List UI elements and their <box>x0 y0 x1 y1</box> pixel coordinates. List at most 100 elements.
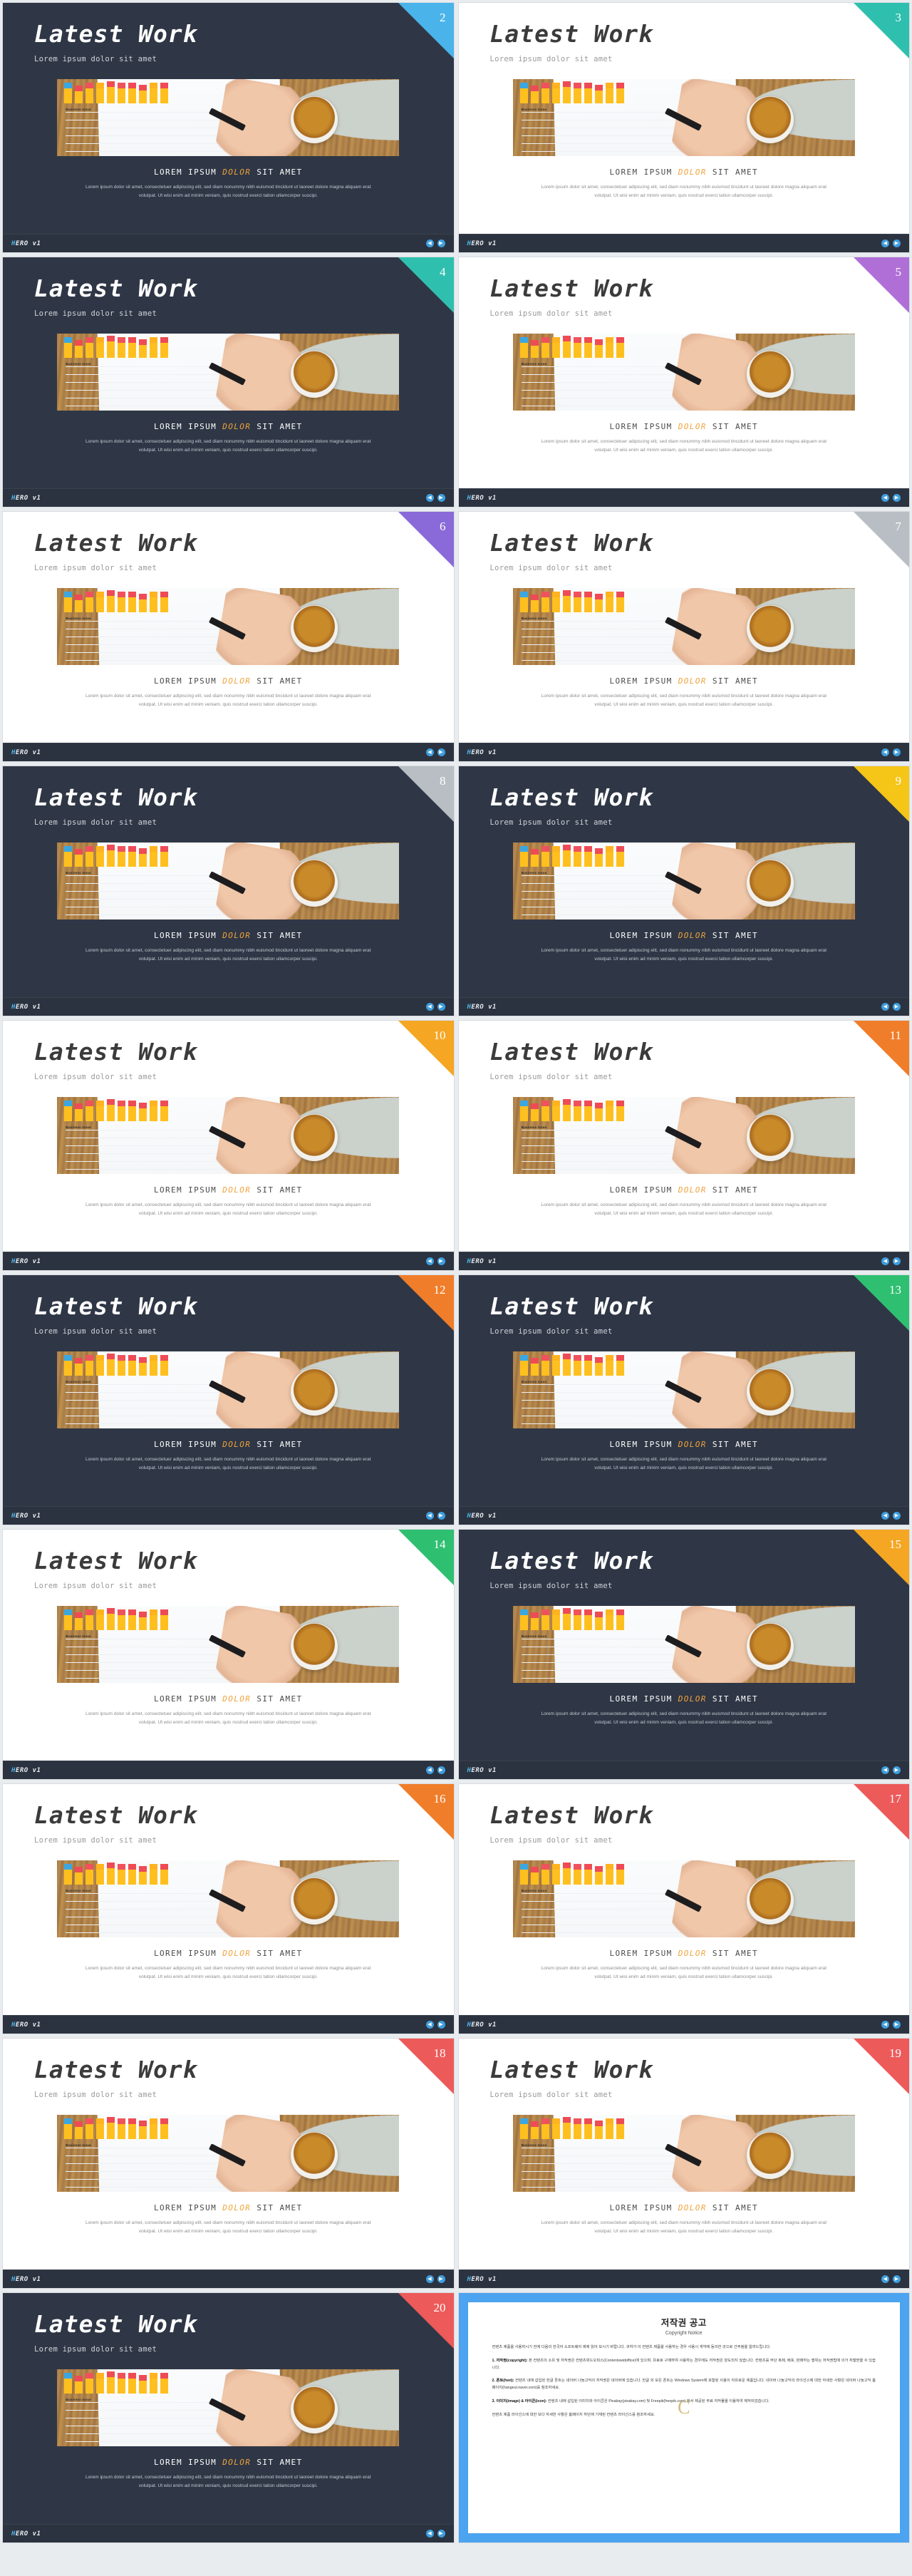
slide-number-label: 7 <box>895 520 902 533</box>
slide-thumbnail-5[interactable]: 5 Latest Work Lorem ipsum dolor sit amet… <box>457 257 910 508</box>
slide-thumbnail-6[interactable]: 6 Latest Work Lorem ipsum dolor sit amet… <box>2 511 455 762</box>
brand-rest-text: ERO v1 <box>471 2275 497 2283</box>
caption-pre-text: LOREM IPSUM <box>153 2203 223 2213</box>
prev-arrow-icon[interactable]: ◀ <box>881 1766 889 1774</box>
slide-caption: LOREM IPSUM DOLOR SIT AMET <box>459 1694 910 1704</box>
footer-nav-group[interactable]: ◀ ▶ <box>881 1766 901 1774</box>
caption-post-text: SIT AMET <box>706 676 759 686</box>
prev-arrow-icon[interactable]: ◀ <box>425 1003 434 1011</box>
footer-nav-group[interactable]: ◀ ▶ <box>881 494 901 502</box>
footer-nav-group[interactable]: ◀ ▶ <box>425 239 445 247</box>
footer-nav-group[interactable]: ◀ ▶ <box>881 2021 901 2029</box>
footer-nav-group[interactable]: ◀ ▶ <box>425 1512 445 1520</box>
next-arrow-icon[interactable]: ▶ <box>437 2021 445 2029</box>
footer-nav-group[interactable]: ◀ ▶ <box>425 1766 445 1774</box>
next-arrow-icon[interactable]: ▶ <box>437 1766 445 1774</box>
slide-photo: Business Issue <box>57 1606 400 1684</box>
prev-arrow-icon[interactable]: ◀ <box>881 239 889 247</box>
next-arrow-icon[interactable]: ▶ <box>437 2275 445 2283</box>
slide-thumbnail-9[interactable]: 9 Latest Work Lorem ipsum dolor sit amet… <box>457 766 910 1016</box>
caption-accent-text: DOLOR <box>678 1949 707 1959</box>
prev-arrow-icon[interactable]: ◀ <box>881 2275 889 2283</box>
prev-arrow-icon[interactable]: ◀ <box>425 2530 434 2538</box>
slide-subtitle: Lorem ipsum dolor sit amet <box>34 55 157 64</box>
prev-arrow-icon[interactable]: ◀ <box>425 2275 434 2283</box>
coffee-cup-graphic <box>291 351 338 398</box>
prev-arrow-icon[interactable]: ◀ <box>425 1512 434 1520</box>
slide-thumbnail-13[interactable]: 13 Latest Work Lorem ipsum dolor sit ame… <box>457 1274 910 1525</box>
footer-nav-group[interactable]: ◀ ▶ <box>425 748 445 756</box>
prev-arrow-icon[interactable]: ◀ <box>881 748 889 756</box>
slide-thumbnail-19[interactable]: 19 Latest Work Lorem ipsum dolor sit ame… <box>457 2038 910 2289</box>
slide-thumbnail-7[interactable]: 7 Latest Work Lorem ipsum dolor sit amet… <box>457 511 910 762</box>
next-arrow-icon[interactable]: ▶ <box>437 2530 445 2538</box>
slide-thumbnail-14[interactable]: 14 Latest Work Lorem ipsum dolor sit ame… <box>2 1529 455 1780</box>
slide-thumbnail-16[interactable]: 16 Latest Work Lorem ipsum dolor sit ame… <box>2 1783 455 2034</box>
next-arrow-icon[interactable]: ▶ <box>893 2021 901 2029</box>
slide-number-ribbon: 8 <box>398 766 454 822</box>
prev-arrow-icon[interactable]: ◀ <box>881 494 889 502</box>
next-arrow-icon[interactable]: ▶ <box>893 1003 901 1011</box>
prev-arrow-icon[interactable]: ◀ <box>425 748 434 756</box>
slide-footer-bar: HERO v1 ◀ ▶ <box>3 2015 454 2034</box>
slide-thumbnail-2[interactable]: 2 Latest Work Lorem ipsum dolor sit amet… <box>2 2 455 253</box>
next-arrow-icon[interactable]: ▶ <box>437 1257 445 1265</box>
next-arrow-icon[interactable]: ▶ <box>893 1766 901 1774</box>
copyright-notice-slide[interactable]: 저작권 공고 Copyright Notice 컨텐츠 제품을 사용하시기 전에 다… <box>457 2292 910 2543</box>
footer-nav-group[interactable]: ◀ ▶ <box>425 1003 445 1011</box>
footer-nav-group[interactable]: ◀ ▶ <box>425 2530 445 2538</box>
notebook-rules-graphic <box>66 1384 229 1429</box>
prev-arrow-icon[interactable]: ◀ <box>881 1257 889 1265</box>
slide-body-text: Lorem ipsum dolor sit amet, consectetuer… <box>85 1711 371 1725</box>
slide-thumbnail-3[interactable]: 3 Latest Work Lorem ipsum dolor sit amet… <box>457 2 910 253</box>
slide-subtitle: Lorem ipsum dolor sit amet <box>489 55 613 64</box>
footer-nav-group[interactable]: ◀ ▶ <box>425 494 445 502</box>
next-arrow-icon[interactable]: ▶ <box>893 239 901 247</box>
footer-nav-group[interactable]: ◀ ▶ <box>881 1512 901 1520</box>
next-arrow-icon[interactable]: ▶ <box>893 1512 901 1520</box>
coffee-cup-graphic <box>746 1623 794 1671</box>
brand-rest-text: ERO v1 <box>15 239 41 247</box>
slide-thumbnail-10[interactable]: 10 Latest Work Lorem ipsum dolor sit ame… <box>2 1020 455 1271</box>
slide-body-text: Lorem ipsum dolor sit amet, consectetuer… <box>541 948 827 962</box>
prev-arrow-icon[interactable]: ◀ <box>425 1257 434 1265</box>
footer-nav-group[interactable]: ◀ ▶ <box>425 2021 445 2029</box>
photo-desk-scene-image: Business Issue <box>512 2115 855 2193</box>
next-arrow-icon[interactable]: ▶ <box>437 239 445 247</box>
coffee-cup-graphic <box>291 1114 338 1162</box>
next-arrow-icon[interactable]: ▶ <box>893 2275 901 2283</box>
slide-number-ribbon: 10 <box>398 1021 454 1076</box>
next-arrow-icon[interactable]: ▶ <box>893 748 901 756</box>
slide-thumbnail-17[interactable]: 17 Latest Work Lorem ipsum dolor sit ame… <box>457 1783 910 2034</box>
next-arrow-icon[interactable]: ▶ <box>437 1512 445 1520</box>
prev-arrow-icon[interactable]: ◀ <box>881 2021 889 2029</box>
prev-arrow-icon[interactable]: ◀ <box>881 1512 889 1520</box>
next-arrow-icon[interactable]: ▶ <box>893 494 901 502</box>
slide-thumbnail-15[interactable]: 15 Latest Work Lorem ipsum dolor sit ame… <box>457 1529 910 1780</box>
next-arrow-icon[interactable]: ▶ <box>437 748 445 756</box>
next-arrow-icon[interactable]: ▶ <box>437 494 445 502</box>
prev-arrow-icon[interactable]: ◀ <box>425 239 434 247</box>
footer-nav-group[interactable]: ◀ ▶ <box>881 1257 901 1265</box>
footer-nav-group[interactable]: ◀ ▶ <box>881 1003 901 1011</box>
slide-thumbnail-4[interactable]: 4 Latest Work Lorem ipsum dolor sit amet… <box>2 257 455 508</box>
footer-nav-group[interactable]: ◀ ▶ <box>881 239 901 247</box>
slide-thumbnail-12[interactable]: 12 Latest Work Lorem ipsum dolor sit ame… <box>2 1274 455 1525</box>
slide-thumbnail-20[interactable]: 20 Latest Work Lorem ipsum dolor sit ame… <box>2 2292 455 2543</box>
prev-arrow-icon[interactable]: ◀ <box>881 1003 889 1011</box>
prev-arrow-icon[interactable]: ◀ <box>425 1766 434 1774</box>
prev-arrow-icon[interactable]: ◀ <box>425 494 434 502</box>
footer-nav-group[interactable]: ◀ ▶ <box>425 2275 445 2283</box>
slide-thumbnail-18[interactable]: 18 Latest Work Lorem ipsum dolor sit ame… <box>2 2038 455 2289</box>
slide-thumbnail-8[interactable]: 8 Latest Work Lorem ipsum dolor sit amet… <box>2 766 455 1016</box>
footer-nav-group[interactable]: ◀ ▶ <box>425 1257 445 1265</box>
slide-number-ribbon: 4 <box>398 257 454 313</box>
footer-nav-group[interactable]: ◀ ▶ <box>881 2275 901 2283</box>
prev-arrow-icon[interactable]: ◀ <box>425 2021 434 2029</box>
caption-pre-text: LOREM IPSUM <box>609 422 678 432</box>
slide-thumbnail-11[interactable]: 11 Latest Work Lorem ipsum dolor sit ame… <box>457 1020 910 1271</box>
footer-nav-group[interactable]: ◀ ▶ <box>881 748 901 756</box>
next-arrow-icon[interactable]: ▶ <box>893 1257 901 1265</box>
photo-desk-scene-image: Business Issue <box>512 1860 855 1938</box>
next-arrow-icon[interactable]: ▶ <box>437 1003 445 1011</box>
